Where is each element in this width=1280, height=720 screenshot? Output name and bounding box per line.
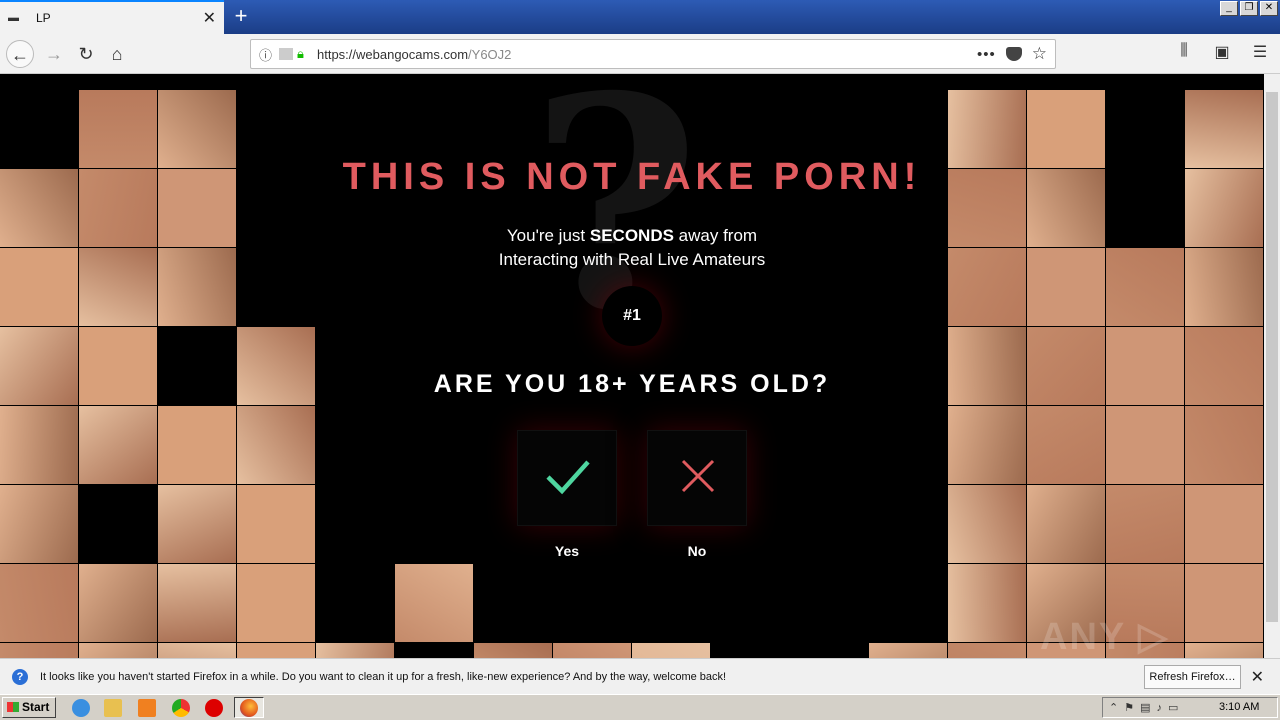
pocket-icon[interactable] xyxy=(1005,47,1022,61)
scrollbar-thumb[interactable] xyxy=(1266,92,1278,622)
url-path: /Y6OJ2 xyxy=(468,46,512,62)
yes-label[interactable]: Yes xyxy=(517,543,617,559)
tab-title: LP xyxy=(36,11,51,25)
background-photo-tile xyxy=(869,643,947,658)
lock-icon[interactable]: 🔒︎ xyxy=(297,46,313,62)
background-photo-tile xyxy=(0,406,78,484)
url-text[interactable]: https://webangocams.com/Y6OJ2 xyxy=(317,47,969,62)
background-photo-tile xyxy=(158,564,236,642)
yes-button[interactable] xyxy=(517,430,617,526)
media-player-icon[interactable] xyxy=(138,699,156,717)
background-photo-tile xyxy=(158,643,236,658)
taskbar-firefox-button[interactable] xyxy=(234,697,264,718)
step-badge: #1 xyxy=(602,286,662,346)
background-photo-tile xyxy=(0,643,78,658)
background-photo-tile xyxy=(0,564,78,642)
tab-active[interactable]: ▬ LP ✕ xyxy=(0,0,224,34)
background-photo-tile xyxy=(1185,485,1263,563)
start-button[interactable]: Start xyxy=(2,697,56,718)
tab-close-icon[interactable]: ✕ xyxy=(203,8,216,28)
menu-icon[interactable]: ☰ xyxy=(1250,42,1270,62)
background-photo-tile xyxy=(237,485,315,563)
clock: 3:10 AM xyxy=(1219,701,1260,713)
permissions-icon[interactable] xyxy=(279,48,293,60)
bookmark-star-icon[interactable]: ☆ xyxy=(1032,44,1047,64)
background-photo-tile xyxy=(0,485,78,563)
reload-button[interactable]: ↻ xyxy=(72,40,100,68)
notification-text: It looks like you haven't started Firefo… xyxy=(40,670,727,683)
subheading-line2: Interacting with Real Live Amateurs xyxy=(498,250,766,269)
subheading-post: away from xyxy=(673,226,758,245)
background-photo-tile xyxy=(395,564,473,642)
background-photo-tile xyxy=(1027,485,1105,563)
background-photo-tile xyxy=(237,406,315,484)
notification-bar: ? It looks like you haven't started Fire… xyxy=(0,658,1280,694)
no-label[interactable]: No xyxy=(647,543,747,559)
info-icon[interactable]: ⓘ xyxy=(259,45,275,64)
notification-close-icon[interactable]: ✕ xyxy=(1251,667,1264,687)
background-photo-tile xyxy=(158,406,236,484)
background-photo-tile xyxy=(158,485,236,563)
subheading-bold: SECONDS xyxy=(589,226,674,245)
background-photo-tile xyxy=(1106,406,1184,484)
windows-logo-icon xyxy=(7,702,19,712)
chrome-icon[interactable] xyxy=(172,699,190,717)
age-question: ARE YOU 18+ YEARS OLD? xyxy=(433,370,831,398)
background-photo-tile xyxy=(1106,485,1184,563)
background-photo-tile xyxy=(79,643,157,658)
restore-button[interactable]: ❐ xyxy=(1240,1,1258,16)
system-tray: ⌃⚑▤♪▭ 3:10 AM xyxy=(1102,697,1278,718)
sidebar-icon[interactable]: ▣ xyxy=(1212,42,1232,62)
background-photo-tile xyxy=(79,564,157,642)
tab-favicon-icon: ▬ xyxy=(8,12,19,24)
background-photo-tile xyxy=(237,643,315,658)
help-icon: ? xyxy=(12,668,28,685)
subheading: You're just SECONDS away from Interactin… xyxy=(0,224,1264,272)
cross-icon xyxy=(681,459,715,493)
background-photo-tile xyxy=(79,406,157,484)
toolbar-right: ⫼ ▣ ☰ xyxy=(1174,42,1270,62)
no-button[interactable] xyxy=(647,430,747,526)
close-window-button[interactable]: ✕ xyxy=(1260,1,1278,16)
background-photo-tile xyxy=(553,643,631,658)
page-actions-icon[interactable]: ••• xyxy=(977,46,996,63)
back-button[interactable]: ← xyxy=(6,40,34,68)
background-photo-tile xyxy=(474,643,552,658)
tray-icons[interactable]: ⌃⚑▤♪▭ xyxy=(1109,701,1184,714)
title-bar: ▬ LP ✕ + _ ❐ ✕ xyxy=(0,0,1280,34)
window-controls: _ ❐ ✕ xyxy=(1220,1,1278,16)
background-photo-tile xyxy=(1027,406,1105,484)
checkmark-icon xyxy=(546,460,590,495)
url-bar[interactable]: ⓘ 🔒︎ https://webangocams.com/Y6OJ2 ••• ☆ xyxy=(250,39,1056,69)
home-button[interactable]: ⌂ xyxy=(103,40,131,68)
nav-bar: ← → ↻ ⌂ ⓘ 🔒︎ https://webangocams.com/Y6O… xyxy=(0,34,1280,74)
background-photo-tile xyxy=(316,643,394,658)
anyrun-watermark-logo: ANY ▷ RUN xyxy=(1040,616,1170,658)
taskbar: Start ⌃⚑▤♪▭ 3:10 AM xyxy=(0,694,1280,720)
new-tab-button[interactable]: + xyxy=(228,4,254,30)
background-photo-tile xyxy=(948,564,1026,642)
vertical-scrollbar[interactable] xyxy=(1264,74,1280,658)
headline: THIS IS NOT FAKE PORN! xyxy=(342,156,922,198)
minimize-button[interactable]: _ xyxy=(1220,1,1238,16)
subheading-pre: You're just xyxy=(506,226,590,245)
background-photo-tile xyxy=(948,485,1026,563)
start-label: Start xyxy=(22,700,50,714)
background-photo-tile xyxy=(632,643,710,658)
page-viewport: ? THIS IS NOT FAKE PORN! You're just SEC… xyxy=(0,74,1264,658)
opera-icon[interactable] xyxy=(205,699,223,717)
library-icon[interactable]: ⫼ xyxy=(1174,42,1194,62)
url-host: https://webangocams.com xyxy=(317,46,469,62)
forward-button[interactable]: → xyxy=(40,40,68,68)
internet-explorer-icon[interactable] xyxy=(72,699,90,717)
firefox-icon xyxy=(240,699,258,717)
folder-icon[interactable] xyxy=(104,699,122,717)
refresh-firefox-button[interactable]: Refresh Firefox… xyxy=(1144,664,1241,689)
background-photo-tile xyxy=(948,643,1026,658)
background-photo-tile xyxy=(948,406,1026,484)
background-photo-tile xyxy=(237,564,315,642)
background-photo-tile xyxy=(1185,406,1263,484)
